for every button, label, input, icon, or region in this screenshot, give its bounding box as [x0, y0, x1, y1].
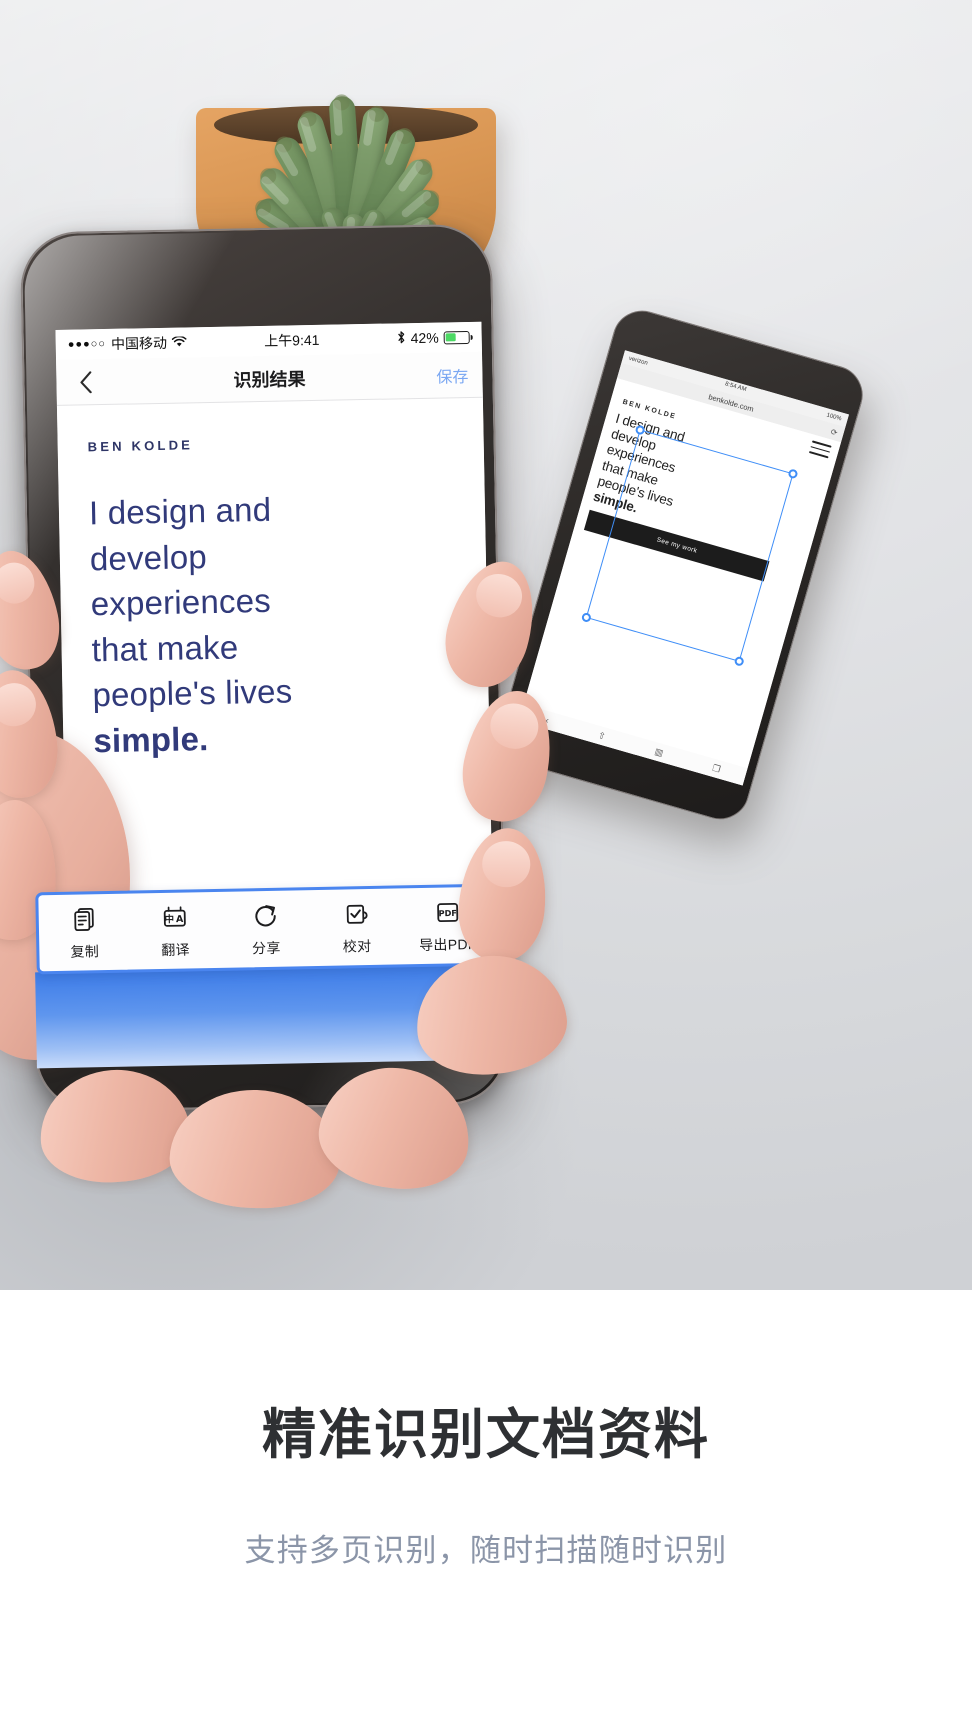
translate-cn-a-icon: 中 A — [160, 902, 191, 933]
bookmarks-icon[interactable]: ▥ — [653, 746, 665, 759]
svg-text:A: A — [176, 913, 184, 924]
quote-line: that make — [91, 628, 239, 668]
translate-button[interactable]: 中 A 翻译 — [129, 901, 221, 960]
wifi-icon — [172, 335, 187, 350]
proofread-label: 校对 — [342, 937, 372, 955]
pdf-file-icon: PDF — [432, 897, 463, 928]
quote-line-bold: simple. — [93, 719, 209, 759]
web-page-content: BEN KOLDE I design and develop experienc… — [518, 378, 842, 786]
export-pdf-label: 导出PDF — [419, 935, 477, 953]
share-icon[interactable]: ⇧ — [597, 729, 607, 742]
translate-label: 翻译 — [161, 940, 191, 958]
document-quote: I design and develop experiences that ma… — [89, 483, 460, 763]
quote-line: I design and — [88, 490, 272, 532]
quote-line: experiences — [90, 581, 272, 623]
iphone-background: verizon 100% 8:54 AM benkolde.com ⟳ BEN … — [492, 303, 870, 827]
battery-icon — [443, 330, 470, 344]
tabs-icon[interactable]: ❐ — [711, 762, 722, 775]
copy-label: 复制 — [70, 942, 100, 960]
quote-line: people's lives — [92, 672, 293, 714]
copy-documents-icon — [69, 904, 100, 935]
action-toolbar: 复制 中 A 翻译 分享 校对 PDF 导出PDF — [35, 883, 497, 975]
battery-percent: 42% — [410, 329, 439, 347]
page-title: 识别结果 — [233, 368, 306, 391]
document-brand: BEN KOLDE — [87, 437, 194, 455]
svg-text:中: 中 — [165, 913, 175, 925]
status-bar-time: 上午9:41 — [264, 331, 320, 349]
headline: 精准识别文档资料 — [262, 1405, 710, 1465]
blue-gradient-panel — [35, 963, 497, 1069]
back-button[interactable] — [70, 367, 101, 398]
export-pdf-button[interactable]: PDF 导出PDF — [402, 896, 494, 955]
copy-button[interactable]: 复制 — [38, 903, 130, 962]
quote-line: develop — [89, 537, 208, 577]
product-photo-scene: verizon 100% 8:54 AM benkolde.com ⟳ BEN … — [0, 0, 972, 1290]
proofread-check-icon — [341, 898, 372, 929]
reload-icon[interactable]: ⟳ — [830, 427, 839, 437]
signal-strength-icon: ●●●○○ — [67, 337, 107, 351]
caption-block: 精准识别文档资料 支持多页识别，随时扫描随时识别 — [0, 1290, 972, 1728]
nav-bar: 识别结果 保存 — [56, 351, 483, 406]
share-rotate-arrow-icon — [250, 900, 281, 931]
proofread-button[interactable]: 校对 — [311, 898, 403, 957]
save-button[interactable]: 保存 — [436, 363, 468, 388]
carrier-name: 中国移动 — [110, 334, 168, 352]
svg-text:PDF: PDF — [438, 907, 457, 917]
share-button[interactable]: 分享 — [220, 900, 312, 959]
subheadline: 支持多页识别，随时扫描随时识别 — [244, 1533, 728, 1568]
phone-screen-small: verizon 100% 8:54 AM benkolde.com ⟳ BEN … — [518, 350, 849, 786]
chevron-left-icon — [79, 370, 92, 393]
back-icon[interactable]: ‹ — [544, 715, 550, 725]
share-label: 分享 — [251, 939, 281, 956]
bluetooth-icon — [397, 330, 406, 347]
